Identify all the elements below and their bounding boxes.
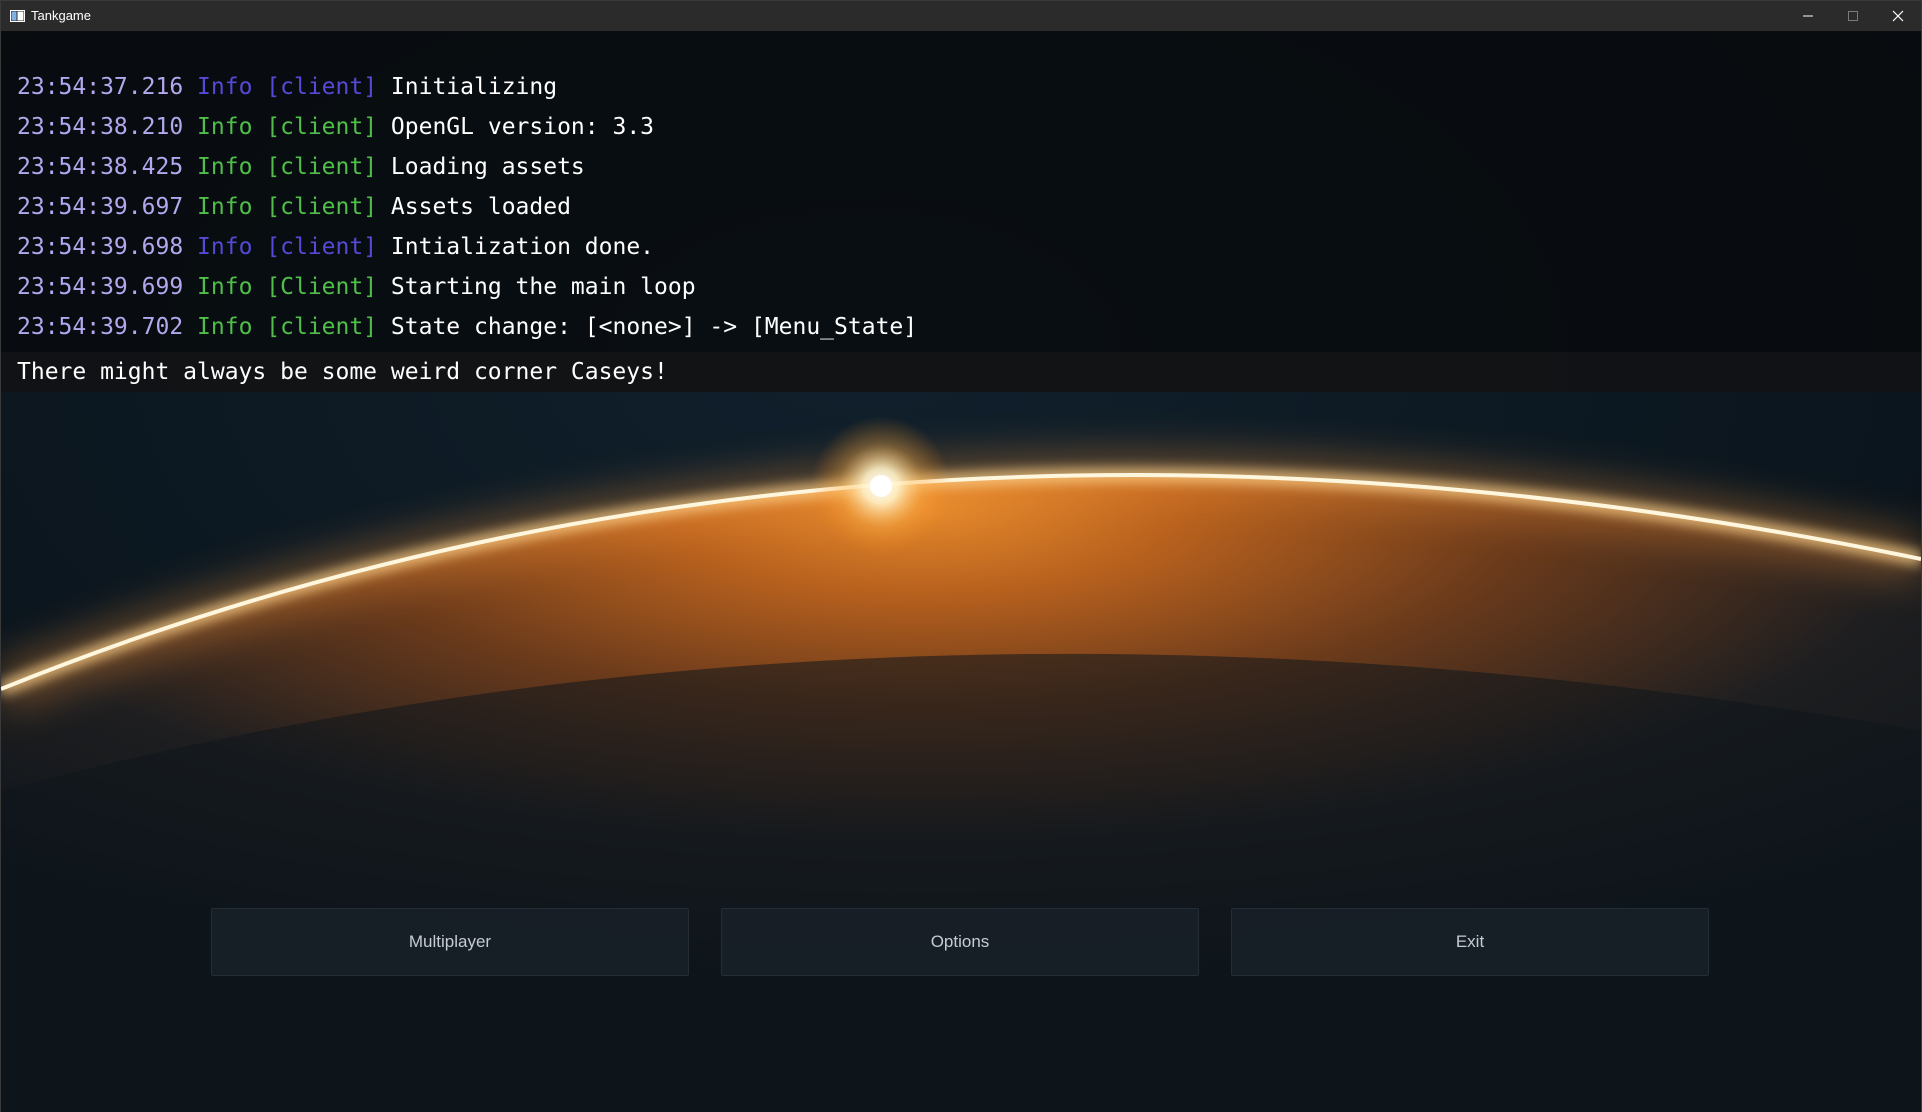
minimize-icon <box>1803 15 1813 17</box>
log-level: Info <box>197 234 253 260</box>
log-line: 23:54:39.699 Info [Client] Starting the … <box>17 267 696 307</box>
exit-button-label: Exit <box>1455 932 1485 951</box>
log-tag: [client] <box>266 154 378 180</box>
console-log: 23:54:37.216 Info [client] Initializing … <box>1 31 1921 392</box>
minimize-button[interactable] <box>1785 1 1831 31</box>
log-line: 23:54:39.702 Info [client] State change:… <box>17 307 917 347</box>
close-icon <box>1892 10 1904 22</box>
exit-button[interactable]: Exit <box>1231 908 1709 976</box>
log-tag: [client] <box>266 234 378 260</box>
window-title: Tankgame <box>31 8 91 23</box>
game-canvas[interactable]: 23:54:37.216 Info [client] Initializing … <box>1 31 1921 1112</box>
log-line: 23:54:39.697 Info [client] Assets loaded <box>17 187 571 227</box>
options-button-label: Options <box>930 932 990 951</box>
log-line: 23:54:38.425 Info [client] Loading asset… <box>17 147 585 187</box>
log-level: Info <box>197 314 253 340</box>
game-window: Tankgame 23:54:37.216 Info [client] Init… <box>0 0 1922 1112</box>
log-timestamp: 23:54:39.699 <box>17 274 184 300</box>
log-tag: [client] <box>266 194 378 220</box>
title-bar[interactable]: Tankgame <box>1 1 1921 31</box>
multiplayer-button[interactable]: Multiplayer <box>211 908 689 976</box>
close-button[interactable] <box>1875 1 1921 31</box>
app-icon <box>10 10 25 22</box>
log-level: Info <box>197 114 253 140</box>
console-input-text: There might always be some weird corner … <box>17 359 668 385</box>
log-message: Starting the main loop <box>390 274 696 300</box>
log-tag: [client] <box>266 74 378 100</box>
log-level: Info <box>197 194 253 220</box>
log-message: Intialization done. <box>390 234 655 260</box>
log-line: 23:54:37.216 Info [client] Initializing <box>17 67 557 107</box>
log-level: Info <box>197 154 253 180</box>
log-level: Info <box>197 274 253 300</box>
log-line: 23:54:39.698 Info [client] Intialization… <box>17 227 654 267</box>
log-message: OpenGL version: 3.3 <box>390 114 655 140</box>
log-timestamp: 23:54:38.425 <box>17 154 184 180</box>
multiplayer-button-label: Multiplayer <box>408 932 492 951</box>
log-timestamp: 23:54:37.216 <box>17 74 184 100</box>
log-tag: [client] <box>266 314 378 340</box>
log-level: Info <box>197 74 253 100</box>
log-tag: [client] <box>266 114 378 140</box>
options-button[interactable]: Options <box>721 908 1199 976</box>
log-timestamp: 23:54:39.697 <box>17 194 184 220</box>
maximize-button[interactable] <box>1830 1 1876 31</box>
log-timestamp: 23:54:39.702 <box>17 314 184 340</box>
maximize-icon <box>1848 11 1858 21</box>
log-timestamp: 23:54:38.210 <box>17 114 184 140</box>
log-message: State change: [<none>] -> [Menu_State] <box>390 314 918 340</box>
log-message: Initializing <box>390 74 558 100</box>
console-input[interactable]: There might always be some weird corner … <box>1 352 1921 392</box>
log-message: Assets loaded <box>390 194 571 220</box>
log-line: 23:54:38.210 Info [client] OpenGL versio… <box>17 107 654 147</box>
log-timestamp: 23:54:39.698 <box>17 234 184 260</box>
log-tag: [Client] <box>266 274 378 300</box>
log-message: Loading assets <box>390 154 585 180</box>
